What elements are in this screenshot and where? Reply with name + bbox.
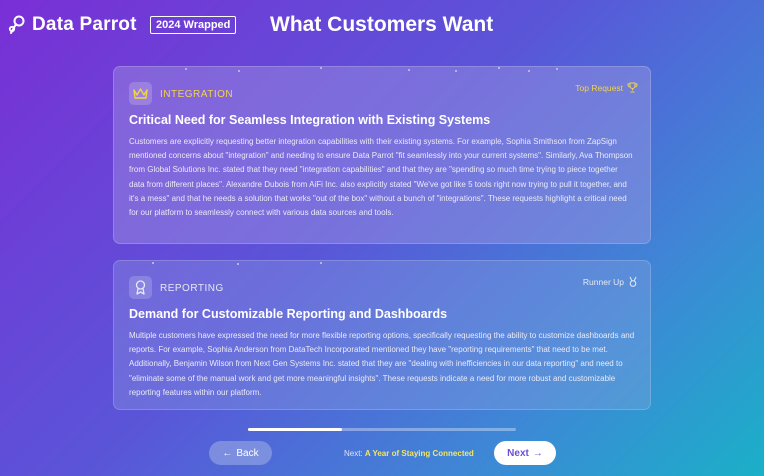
next-label: Next [507,447,529,459]
trophy-icon [627,82,638,93]
back-label: Back [236,447,259,459]
arrow-left-icon: ← [222,447,233,459]
rank-label: Runner Up [582,276,624,287]
integration-card[interactable]: INTEGRATION Top Request Critical Need fo… [113,66,651,244]
progress-bar [248,428,516,431]
arrow-right-icon: → [532,447,543,459]
crown-icon [129,82,152,105]
card-body: Multiple customers have expressed the ne… [129,331,635,397]
card-heading: Demand for Customizable Reporting and Da… [129,307,448,321]
back-button[interactable]: ← Back [209,441,272,465]
next-preview: Next: A Year of Staying Connected [344,449,474,458]
header: Data Parrot 2024 Wrapped What Customers … [0,0,764,52]
logo[interactable]: Data Parrot [8,14,137,36]
next-prefix: Next: [344,449,363,458]
wrapped-badge: 2024 Wrapped [150,16,237,34]
rank-badge: Top Request [575,82,638,93]
card-body: Customers are explicitly requesting bett… [129,137,633,218]
next-button[interactable]: Next → [494,441,556,465]
category-label: REPORTING [160,283,224,294]
logo-text: Data Parrot [32,14,137,35]
award-ribbon-icon [129,276,152,299]
card-heading: Critical Need for Seamless Integration w… [129,113,491,127]
rank-label: Top Request [575,82,623,93]
rank-badge: Runner Up [583,276,638,287]
progress-fill [248,428,342,431]
category-label: INTEGRATION [160,89,234,100]
page-title: What Customers Want [270,13,494,36]
parrot-logo-icon [8,15,25,34]
next-title: A Year of Staying Connected [364,449,474,458]
reporting-card[interactable]: REPORTING Runner Up Demand for Customiza… [113,260,651,410]
medal-icon [629,276,637,287]
